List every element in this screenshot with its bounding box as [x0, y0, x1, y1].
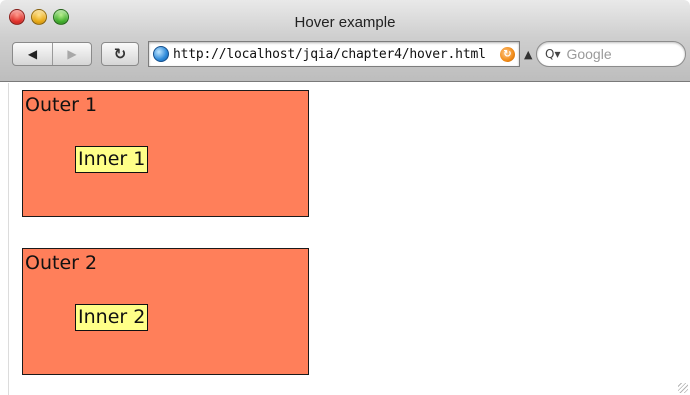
outer-label: Outer 1: [25, 94, 98, 116]
outer-box-2[interactable]: Outer 2 Inner 2: [22, 248, 309, 375]
toolbar: ◀ ▶ ↻ http://localhost/jqia/chapter4/hov…: [0, 38, 690, 74]
browser-window: Hover example ◀ ▶ ↻ http://localhost/jqi…: [0, 0, 690, 395]
outer-box-1[interactable]: Outer 1 Inner 1: [22, 90, 309, 217]
resize-handle[interactable]: [678, 383, 688, 393]
nav-buttons: ◀ ▶: [12, 42, 92, 66]
forward-button[interactable]: ▶: [52, 43, 91, 65]
outer-label: Outer 2: [25, 252, 98, 274]
reload-button[interactable]: ↻: [101, 42, 139, 66]
inner-box-2[interactable]: Inner 2: [75, 304, 149, 331]
content-edge: [8, 83, 9, 395]
page-content: Outer 1 Inner 1 Outer 2 Inner 2: [0, 83, 690, 395]
inner-box-1[interactable]: Inner 1: [75, 146, 149, 173]
back-button[interactable]: ◀: [13, 43, 52, 65]
search-icon[interactable]: Q▾: [545, 47, 560, 61]
rss-icon[interactable]: ↻: [500, 46, 515, 62]
address-bar[interactable]: http://localhost/jqia/chapter4/hover.htm…: [148, 41, 520, 67]
search-field[interactable]: Q▾ Google: [536, 41, 686, 67]
search-placeholder: Google: [566, 46, 612, 62]
window-title: Hover example: [294, 14, 396, 31]
title-toolbar-area: Hover example ◀ ▶ ↻ http://localhost/jqi…: [0, 0, 690, 82]
globe-icon: [153, 46, 169, 62]
chevron-up-icon[interactable]: ▲: [524, 48, 532, 61]
url-text[interactable]: http://localhost/jqia/chapter4/hover.htm…: [173, 47, 500, 62]
